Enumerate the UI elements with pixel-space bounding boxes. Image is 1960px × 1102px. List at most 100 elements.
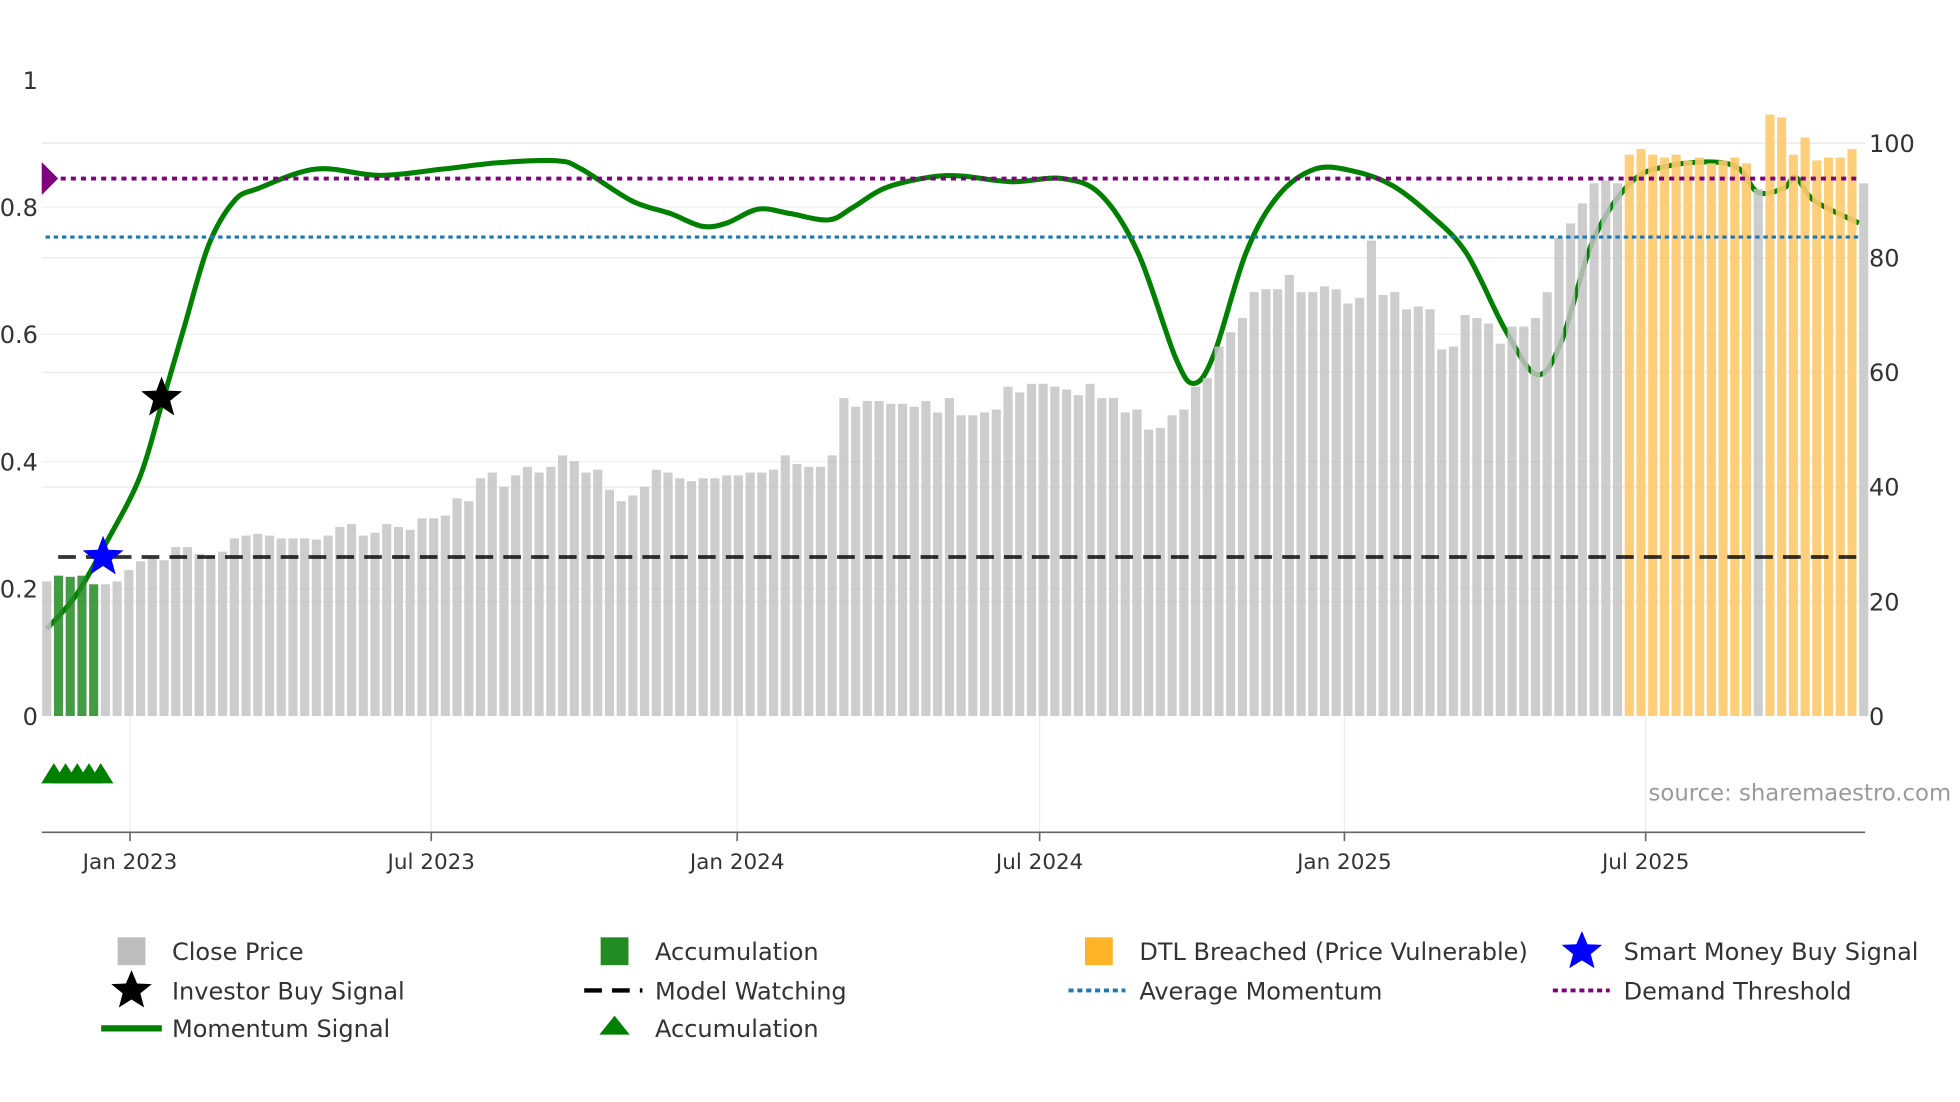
close-price-bar: [628, 495, 638, 717]
y-left-tick-label: 0.4: [0, 448, 38, 476]
close-price-bar: [522, 466, 532, 717]
close-price-bar: [604, 489, 614, 717]
close-price-bar: [1542, 292, 1552, 717]
close-price-bar: [1425, 309, 1435, 717]
close-price-bar: [1589, 183, 1599, 717]
close-price-bar: [1132, 409, 1142, 717]
close-price-bar: [1062, 389, 1072, 717]
legend-label: Close Price: [172, 938, 304, 966]
close-price-bar: [1612, 183, 1623, 717]
legend-label: Accumulation: [655, 1015, 819, 1043]
y-left-tick-label: 1: [23, 67, 38, 95]
y-right-tick-label: 0: [1869, 703, 1884, 731]
close-price-bar: [1249, 292, 1259, 717]
close-price-bar: [851, 406, 861, 717]
y-left-tick-label: 0: [23, 703, 38, 731]
close-price-bar: [1753, 189, 1763, 717]
close-price-bar: [136, 561, 146, 717]
close-price-bar: [616, 501, 626, 717]
dtl-breached-bar: [1695, 157, 1705, 717]
dtl-breached-bar: [1741, 163, 1752, 717]
legend-label: DTL Breached (Price Vulnerable): [1139, 938, 1528, 966]
dtl-breached-bar: [1847, 148, 1857, 717]
close-price-bar: [733, 475, 743, 717]
close-price-bar: [1577, 203, 1587, 717]
close-price-bar: [1566, 223, 1576, 717]
legend-item-dtl-breached[interactable]: DTL Breached (Price Vulnerable): [1084, 937, 1528, 966]
close-price-bar: [558, 455, 568, 717]
legend-item-demand-threshold[interactable]: Demand Threshold: [1552, 977, 1852, 1005]
close-price-bar: [569, 461, 579, 717]
close-price-bar: [675, 478, 685, 717]
accumulation-bar: [77, 575, 87, 717]
legend-item-average-momentum[interactable]: Average Momentum: [1068, 977, 1383, 1005]
close-price-bar: [780, 455, 790, 717]
close-price-bar: [1601, 180, 1611, 717]
close-price-bar: [440, 515, 450, 717]
close-price-bar: [358, 535, 368, 717]
close-price-bar: [464, 501, 474, 717]
close-price-bar: [956, 415, 966, 717]
legend-item-smart-money[interactable]: Smart Money Buy Signal: [1561, 930, 1919, 969]
close-price-swatch: [117, 937, 146, 966]
close-price-bar: [159, 560, 169, 717]
dtl-breached-bar: [1648, 154, 1658, 717]
legend-item-momentum[interactable]: Momentum Signal: [101, 1015, 390, 1043]
close-price-bar: [1413, 306, 1423, 717]
close-price-bar: [1026, 383, 1036, 717]
y-left-tick-label: 0.8: [0, 194, 38, 222]
legend-item-accumulation-bar[interactable]: Accumulation: [600, 937, 819, 966]
close-price-bar: [171, 547, 181, 717]
legend-item-investor[interactable]: Investor Buy Signal: [111, 970, 405, 1008]
dtl-breached-bar: [1706, 163, 1716, 717]
dtl-breached-bar: [1671, 154, 1681, 717]
close-price-bar: [757, 472, 767, 717]
momentum-chart: Jan 2023 Jul 2023 Jan 2024 Jul 2024 Jan 2025…: [0, 67, 1951, 1043]
close-price-bar: [347, 524, 357, 717]
y-right-tick-label: 60: [1869, 359, 1900, 387]
close-price-bar: [511, 475, 521, 717]
close-price-bar: [323, 535, 333, 717]
black-star-icon: [111, 970, 152, 1008]
close-price-bar: [651, 469, 661, 717]
close-price-bar: [1226, 332, 1236, 717]
close-price-bar: [475, 478, 486, 717]
legend-label: Model Watching: [655, 977, 847, 1005]
close-price-bar: [229, 538, 239, 717]
close-price-bar: [1155, 427, 1165, 717]
close-price-bar: [1190, 386, 1201, 717]
close-price-bar: [1296, 292, 1306, 717]
close-price-bar: [1319, 286, 1330, 717]
close-price-bar: [686, 481, 697, 717]
close-price-bar: [1507, 326, 1517, 717]
blue-star-icon: [1561, 930, 1603, 969]
legend-label: Demand Threshold: [1624, 977, 1852, 1005]
legend-label: Accumulation: [655, 938, 819, 966]
close-price-bar: [452, 498, 462, 717]
close-price-bar: [968, 415, 978, 717]
close-price-bar: [1167, 415, 1177, 717]
close-price-bar: [147, 558, 157, 717]
legend-item-accumulation-marker[interactable]: Accumulation: [599, 1015, 819, 1043]
dtl-breached-bar: [1730, 157, 1740, 717]
close-price-bar: [429, 518, 439, 717]
accumulation-bar: [89, 584, 99, 717]
legend-item-close-price[interactable]: Close Price: [117, 937, 304, 966]
legend-item-model-watching[interactable]: Model Watching: [584, 977, 847, 1005]
accumulation-swatch: [600, 937, 629, 966]
close-price-bar: [1015, 392, 1025, 717]
dtl-breached-bar: [1777, 117, 1787, 717]
smart-money-buy-signal-star: [82, 535, 124, 575]
close-price-bar: [804, 466, 814, 717]
legend: Close Price Accumulation DTL Breached (P…: [101, 930, 1919, 1043]
legend-label: Smart Money Buy Signal: [1624, 938, 1919, 966]
legend-label: Investor Buy Signal: [172, 977, 405, 1005]
close-price-bar: [1003, 386, 1013, 717]
y-right-tick-label: 100: [1869, 130, 1915, 158]
close-price-bar: [1437, 349, 1447, 717]
close-price-bar: [792, 463, 802, 717]
close-price-bar: [1530, 317, 1541, 717]
close-price-bar: [769, 469, 779, 717]
dtl-breached-bar: [1624, 154, 1634, 717]
close-price-bar: [933, 412, 943, 717]
